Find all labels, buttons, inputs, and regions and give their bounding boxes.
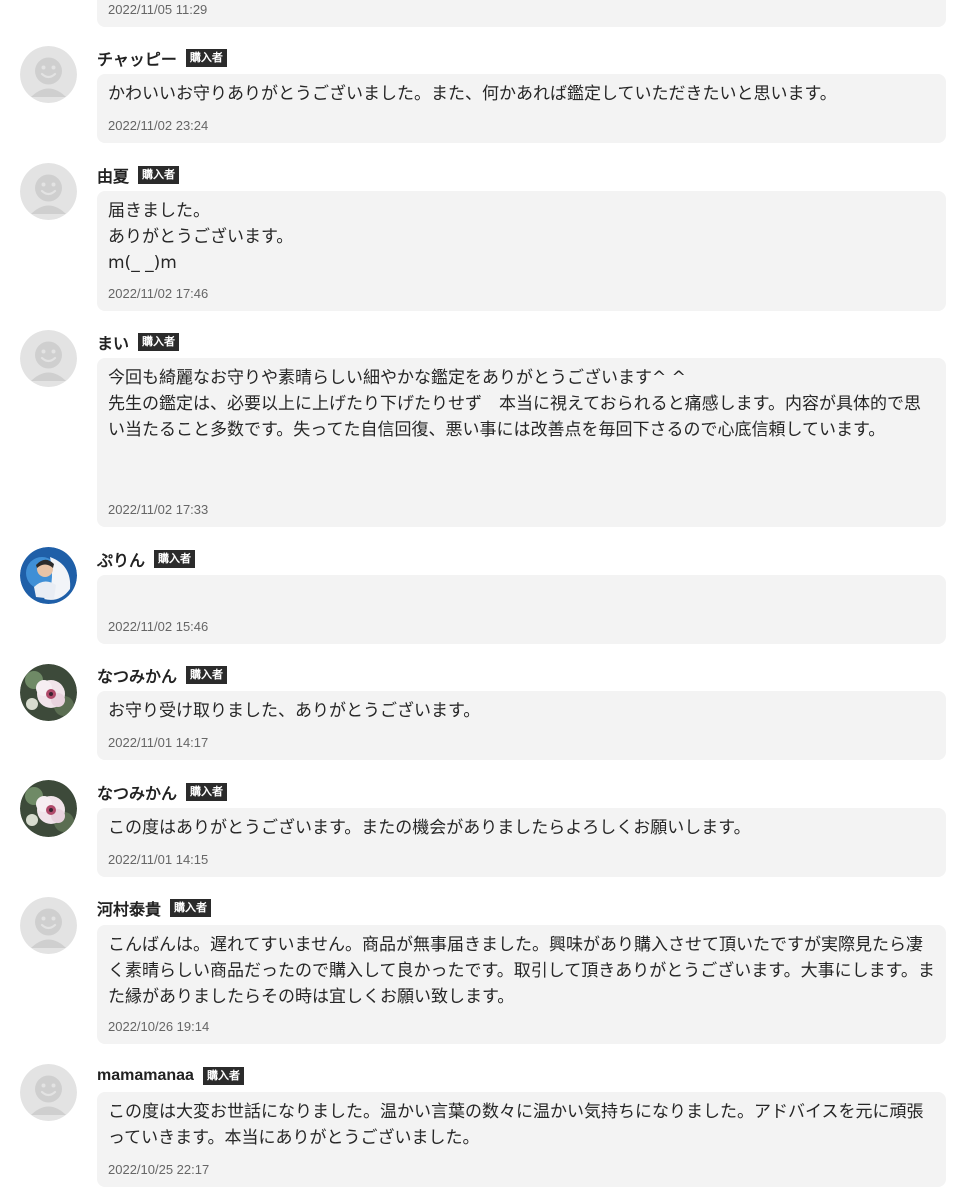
comment-text: こんばんは。遅れてすいません。商品が無事届きました。興味があり購入させて頂いたで… [108, 935, 935, 1007]
comment-text: かわいいお守りありがとうございました。また、何かあれば鑑定していただきたいと思い… [108, 84, 837, 104]
comment-timestamp: 2022/11/01 14:17 [108, 735, 209, 750]
comment-text [108, 582, 935, 608]
flower-avatar[interactable] [20, 664, 77, 721]
comment-header: なつみかん 購入者 [97, 780, 228, 804]
comment-bubble: 届きました。 ありがとうございます。 m(_ _)m 2022/11/02 17… [97, 191, 946, 311]
commenter-name[interactable]: まい [97, 330, 129, 354]
default-user-icon[interactable] [20, 46, 77, 103]
comment-header: 河村泰貴 購入者 [97, 896, 212, 920]
purchaser-badge: 購入者 [186, 666, 228, 684]
commenter-name[interactable]: 河村泰貴 [97, 896, 161, 920]
flower-avatar[interactable] [20, 780, 77, 837]
default-user-icon[interactable] [20, 330, 77, 387]
purchaser-badge: 購入者 [185, 49, 227, 67]
purchaser-badge: 購入者 [170, 899, 212, 917]
commenter-name[interactable]: mamamanaa [97, 1067, 194, 1085]
comment-timestamp: 2022/11/02 15:46 [108, 619, 209, 634]
default-user-icon[interactable] [20, 897, 77, 954]
comment-text: 今回も綺麗なお守りや素晴らしい細やかな鑑定をありがとうございます^ ^ 先生の鑑… [108, 368, 921, 440]
comment-bubble: 2022/11/02 15:46 [97, 575, 946, 644]
comment-bubble: こんばんは。遅れてすいません。商品が無事届きました。興味があり購入させて頂いたで… [97, 925, 946, 1044]
comment-timestamp: 2022/11/02 23:24 [108, 118, 209, 133]
commenter-name[interactable]: チャッピー [97, 46, 177, 70]
comment-bubble: 2022/11/05 11:29 [97, 0, 946, 27]
comment-timestamp: 2022/10/26 19:14 [108, 1019, 210, 1034]
purchaser-badge: 購入者 [186, 783, 228, 801]
purchaser-badge: 購入者 [202, 1067, 244, 1085]
comment-header: mamamanaa 購入者 [97, 1065, 244, 1087]
purchaser-badge: 購入者 [154, 550, 196, 568]
purchaser-badge: 購入者 [138, 333, 180, 351]
comment-text: この度はありがとうございます。またの機会がありましたらよろしくお願いします。 [108, 818, 751, 838]
comment-header: まい 購入者 [97, 330, 180, 354]
comment-timestamp: 2022/11/02 17:33 [108, 502, 209, 517]
comment-timestamp: 2022/10/25 22:17 [108, 1162, 210, 1177]
purchaser-badge: 購入者 [138, 166, 180, 184]
comment-header: チャッピー 購入者 [97, 47, 227, 69]
comment-text: お守り受け取りました、ありがとうございます。 [108, 701, 481, 721]
comment-bubble: お守り受け取りました、ありがとうございます。 2022/11/01 14:17 [97, 691, 946, 760]
comment-timestamp: 2022/11/01 14:15 [108, 852, 209, 867]
commenter-name[interactable]: 由夏 [97, 163, 129, 187]
default-user-icon[interactable] [20, 163, 77, 220]
comment-header: なつみかん 購入者 [97, 663, 228, 687]
comment-bubble: この度はありがとうございます。またの機会がありましたらよろしくお願いします。 2… [97, 808, 946, 877]
comment-text: 届きました。 ありがとうございます。 m(_ _)m [108, 201, 294, 273]
comment-header: 由夏 購入者 [97, 163, 180, 187]
comment-bubble: 今回も綺麗なお守りや素晴らしい細やかな鑑定をありがとうございます^ ^ 先生の鑑… [97, 358, 946, 527]
commenter-name[interactable]: なつみかん [97, 780, 177, 804]
comment-bubble: この度は大変お世話になりました。温かい言葉の数々に温かい気持ちになりました。アド… [97, 1092, 946, 1187]
comment-header: ぷりん 購入者 [97, 547, 196, 571]
comment-list: 2022/11/05 11:29 チャッピー 購入者 かわいいお守りありがとうご… [0, 0, 964, 1200]
commenter-name[interactable]: なつみかん [97, 663, 177, 687]
commenter-name[interactable]: ぷりん [97, 547, 145, 571]
comment-timestamp: 2022/11/02 17:46 [108, 286, 209, 301]
comment-bubble: かわいいお守りありがとうございました。また、何かあれば鑑定していただきたいと思い… [97, 74, 946, 143]
default-user-icon[interactable] [20, 1064, 77, 1121]
comment-timestamp: 2022/11/05 11:29 [108, 2, 208, 17]
photo-avatar[interactable] [20, 547, 77, 604]
comment-text: この度は大変お世話になりました。温かい言葉の数々に温かい気持ちになりました。アド… [108, 1102, 924, 1148]
